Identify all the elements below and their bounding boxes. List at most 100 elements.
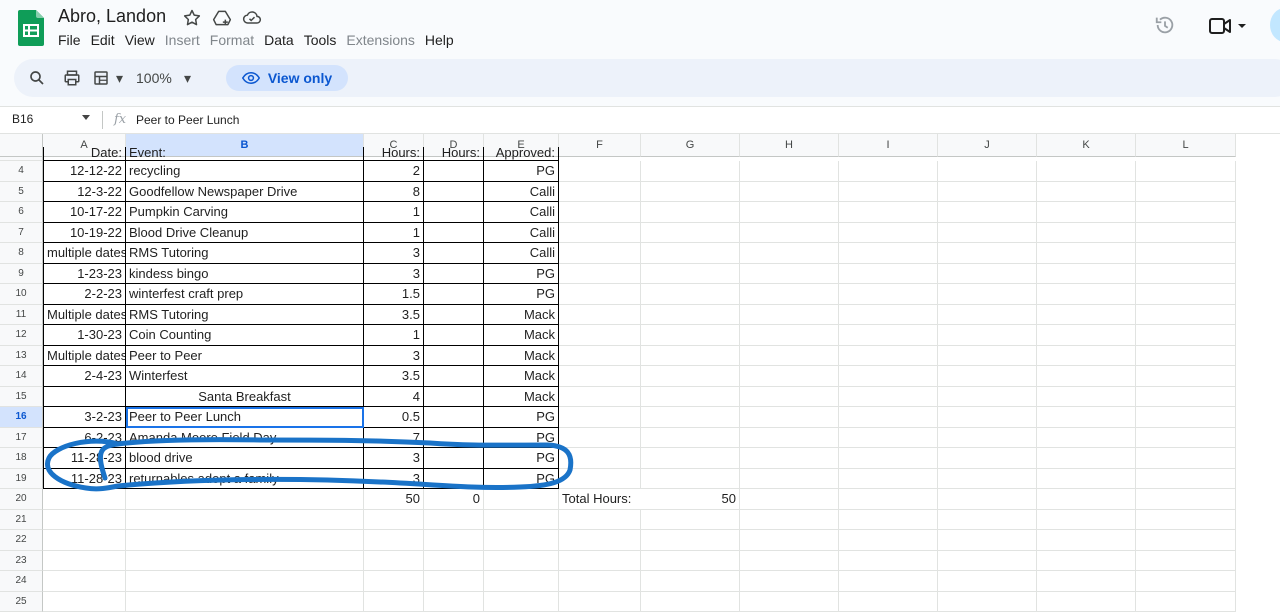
cell[interactable] <box>424 427 484 448</box>
cell[interactable]: Winterfest <box>126 366 364 387</box>
cell[interactable]: PG <box>484 448 559 469</box>
cell[interactable] <box>484 489 559 510</box>
row-header-17[interactable]: 17 <box>0 427 43 448</box>
cell[interactable] <box>839 202 938 223</box>
cell[interactable]: PG <box>484 284 559 305</box>
cell[interactable] <box>641 263 740 284</box>
total-hours-d[interactable]: 0 <box>424 489 484 510</box>
cell[interactable] <box>839 448 938 469</box>
cell[interactable]: 1 <box>364 202 424 223</box>
cell[interactable] <box>740 448 839 469</box>
cell[interactable] <box>364 571 424 592</box>
cell[interactable] <box>559 530 641 551</box>
cell[interactable] <box>839 468 938 489</box>
cell[interactable] <box>126 550 364 571</box>
cell[interactable] <box>1037 304 1136 325</box>
cell[interactable]: returnables adopt a family <box>126 468 364 489</box>
row-header-6[interactable]: 6 <box>0 202 43 223</box>
cell[interactable] <box>559 407 641 428</box>
menu-edit[interactable]: Edit <box>91 32 115 48</box>
cell[interactable] <box>641 509 740 530</box>
cell[interactable] <box>641 448 740 469</box>
menu-view[interactable]: View <box>125 32 155 48</box>
cell[interactable] <box>839 161 938 182</box>
cell[interactable] <box>938 202 1037 223</box>
cell[interactable] <box>1037 345 1136 366</box>
cell[interactable]: Peer to Peer Lunch <box>126 407 364 428</box>
column-header-g[interactable]: G <box>641 134 740 157</box>
cell[interactable] <box>740 345 839 366</box>
column-header-k[interactable]: K <box>1037 134 1136 157</box>
cell[interactable] <box>938 386 1037 407</box>
cell[interactable] <box>43 550 126 571</box>
cell[interactable] <box>559 222 641 243</box>
cell[interactable] <box>1136 448 1236 469</box>
cell[interactable]: 1.5 <box>364 284 424 305</box>
cell[interactable] <box>1037 243 1136 264</box>
menu-file[interactable]: File <box>58 32 81 48</box>
cell[interactable] <box>1136 591 1236 612</box>
cell[interactable] <box>484 591 559 612</box>
cell[interactable] <box>1136 345 1236 366</box>
cell[interactable] <box>1136 530 1236 551</box>
cell[interactable] <box>43 489 126 510</box>
cell[interactable] <box>484 550 559 571</box>
cell[interactable]: Multiple dates <box>43 345 126 366</box>
cell[interactable]: 1-23-23 <box>43 263 126 284</box>
cell[interactable] <box>938 550 1037 571</box>
cell[interactable] <box>1037 222 1136 243</box>
cell[interactable] <box>43 591 126 612</box>
row-header-10[interactable]: 10 <box>0 284 43 305</box>
row-header-5[interactable]: 5 <box>0 181 43 202</box>
cell[interactable] <box>839 345 938 366</box>
total-hours-value[interactable]: 50 <box>641 489 740 510</box>
cell[interactable] <box>1136 304 1236 325</box>
cell[interactable] <box>641 345 740 366</box>
cell[interactable] <box>839 407 938 428</box>
row-header-15[interactable]: 15 <box>0 386 43 407</box>
zoom-select[interactable]: 100% <box>136 59 172 97</box>
cell[interactable] <box>559 448 641 469</box>
cell[interactable] <box>484 530 559 551</box>
sheets-logo-icon[interactable] <box>18 10 44 46</box>
cell[interactable] <box>740 571 839 592</box>
cell[interactable]: multiple dates <box>43 243 126 264</box>
cell[interactable] <box>938 366 1037 387</box>
cell[interactable]: 3 <box>364 263 424 284</box>
print-icon[interactable] <box>63 69 81 87</box>
cell[interactable] <box>740 263 839 284</box>
cell[interactable] <box>641 284 740 305</box>
row-header-24[interactable]: 24 <box>0 571 43 592</box>
cell[interactable] <box>839 591 938 612</box>
search-icon[interactable] <box>28 69 46 87</box>
cell[interactable] <box>641 181 740 202</box>
row-header-12[interactable]: 12 <box>0 325 43 346</box>
cell[interactable]: 12-12-22 <box>43 161 126 182</box>
menu-help[interactable]: Help <box>425 32 454 48</box>
cell[interactable] <box>126 530 364 551</box>
cell[interactable] <box>559 181 641 202</box>
cell[interactable] <box>839 304 938 325</box>
cell[interactable]: 3 <box>364 243 424 264</box>
cell[interactable] <box>641 325 740 346</box>
cell[interactable]: Calli <box>484 222 559 243</box>
cell[interactable] <box>740 366 839 387</box>
cell[interactable] <box>559 468 641 489</box>
cell[interactable]: PG <box>484 263 559 284</box>
cell[interactable] <box>641 386 740 407</box>
column-header-j[interactable]: J <box>938 134 1037 157</box>
cell[interactable] <box>740 509 839 530</box>
cell[interactable] <box>641 222 740 243</box>
cell[interactable] <box>126 509 364 530</box>
cell[interactable]: 2 <box>364 161 424 182</box>
row-header-8[interactable]: 8 <box>0 243 43 264</box>
cell[interactable] <box>641 366 740 387</box>
cell[interactable] <box>839 325 938 346</box>
cell[interactable] <box>839 243 938 264</box>
cell[interactable] <box>559 509 641 530</box>
cell[interactable]: 3.5 <box>364 366 424 387</box>
cell[interactable] <box>424 161 484 182</box>
cell[interactable] <box>641 571 740 592</box>
cell[interactable] <box>1037 427 1136 448</box>
cell[interactable] <box>559 571 641 592</box>
